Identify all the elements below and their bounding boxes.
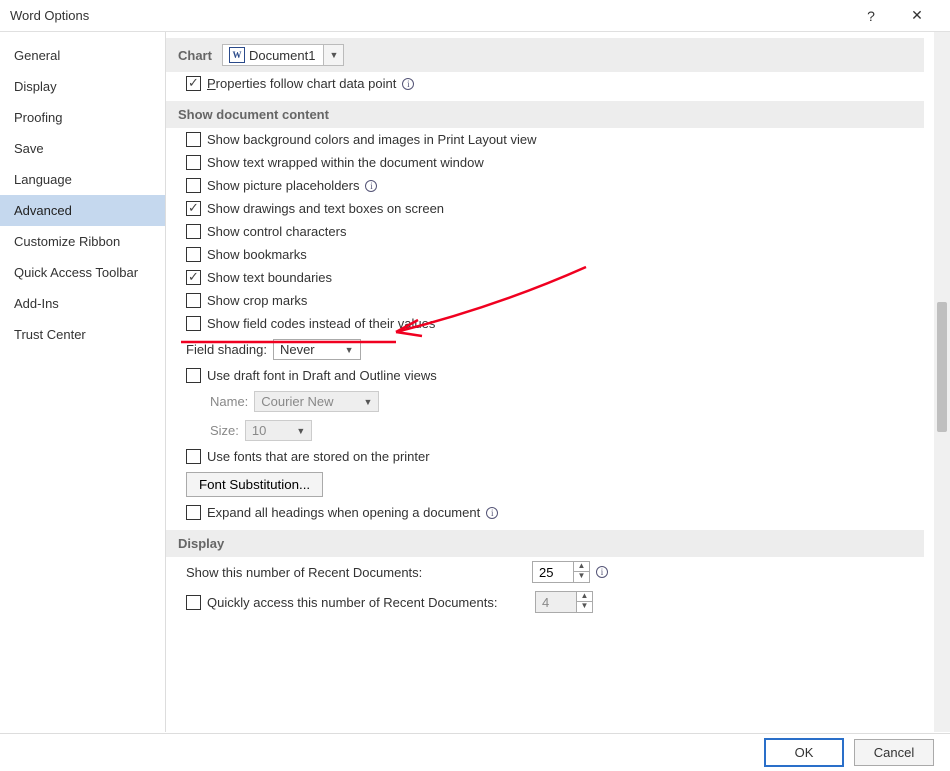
chart-document-dropdown[interactable]: W Document1 ▼ [222, 44, 344, 66]
close-icon[interactable]: ✕ [894, 0, 940, 32]
help-icon[interactable]: ? [848, 0, 894, 32]
section-display: Display [166, 530, 924, 557]
draft-font-name-dropdown: Courier New ▼ [254, 391, 379, 412]
show-wrap-checkbox[interactable] [186, 155, 201, 170]
show-wrap-label: Show text wrapped within the document wi… [207, 155, 484, 170]
vertical-scrollbar[interactable] [934, 32, 950, 732]
quick-access-input [536, 592, 576, 612]
dialog-footer: OK Cancel [0, 733, 950, 771]
show-field-codes-label: Show field codes instead of their values [207, 316, 435, 331]
properties-follow-label: Properties follow chart data point [207, 76, 396, 91]
show-drawings-checkbox[interactable] [186, 201, 201, 216]
draft-font-size-value: 10 [252, 423, 266, 438]
printer-fonts-checkbox[interactable] [186, 449, 201, 464]
quick-access-checkbox[interactable] [186, 595, 201, 610]
sidebar-item-proofing[interactable]: Proofing [0, 102, 165, 133]
sidebar-item-quick-access-toolbar[interactable]: Quick Access Toolbar [0, 257, 165, 288]
field-shading-label: Field shading: [186, 342, 267, 357]
sidebar: GeneralDisplayProofingSaveLanguageAdvanc… [0, 32, 166, 732]
draft-font-size-label: Size: [210, 423, 239, 438]
show-picture-label: Show picture placeholders [207, 178, 359, 193]
draft-font-name-value: Courier New [261, 394, 333, 409]
titlebar: Word Options ? ✕ [0, 0, 950, 32]
expand-headings-label: Expand all headings when opening a docum… [207, 505, 480, 520]
expand-headings-checkbox[interactable] [186, 505, 201, 520]
chevron-down-icon: ▼ [323, 45, 343, 65]
sidebar-item-general[interactable]: General [0, 40, 165, 71]
chevron-down-icon: ▼ [364, 397, 373, 407]
show-text-boundaries-checkbox[interactable] [186, 270, 201, 285]
section-chart: Chart W Document1 ▼ [166, 38, 924, 72]
info-icon[interactable]: i [365, 180, 377, 192]
section-doc-content-label: Show document content [178, 107, 329, 122]
window-title: Word Options [10, 8, 848, 23]
cancel-button[interactable]: Cancel [854, 739, 934, 766]
use-draft-font-label: Use draft font in Draft and Outline view… [207, 368, 437, 383]
quick-access-spinner: ▲▼ [535, 591, 593, 613]
section-chart-label: Chart [178, 48, 212, 63]
printer-fonts-label: Use fonts that are stored on the printer [207, 449, 430, 464]
properties-follow-checkbox[interactable] [186, 76, 201, 91]
spin-down-icon: ▼ [577, 602, 592, 612]
info-icon[interactable]: i [596, 566, 608, 578]
quick-access-label: Quickly access this number of Recent Doc… [207, 595, 529, 610]
font-substitution-button[interactable]: Font Substitution... [186, 472, 323, 497]
sidebar-item-save[interactable]: Save [0, 133, 165, 164]
show-control-label: Show control characters [207, 224, 346, 239]
show-crop-checkbox[interactable] [186, 293, 201, 308]
chevron-down-icon: ▼ [296, 426, 305, 436]
show-background-label: Show background colors and images in Pri… [207, 132, 537, 147]
field-shading-dropdown[interactable]: Never ▼ [273, 339, 361, 360]
show-field-codes-checkbox[interactable] [186, 316, 201, 331]
sidebar-item-customize-ribbon[interactable]: Customize Ribbon [0, 226, 165, 257]
info-icon[interactable]: i [486, 507, 498, 519]
content-pane: Chart W Document1 ▼ Properties follow ch… [166, 32, 934, 732]
recent-docs-spinner[interactable]: ▲▼ [532, 561, 590, 583]
spin-down-icon[interactable]: ▼ [574, 572, 589, 582]
show-control-checkbox[interactable] [186, 224, 201, 239]
use-draft-font-checkbox[interactable] [186, 368, 201, 383]
show-picture-checkbox[interactable] [186, 178, 201, 193]
recent-docs-label: Show this number of Recent Documents: [186, 565, 526, 580]
ok-button[interactable]: OK [764, 738, 844, 767]
word-doc-icon: W [229, 47, 245, 63]
show-bookmarks-label: Show bookmarks [207, 247, 307, 262]
show-background-checkbox[interactable] [186, 132, 201, 147]
section-doc-content: Show document content [166, 101, 924, 128]
scrollbar-thumb[interactable] [937, 302, 947, 432]
draft-font-name-label: Name: [210, 394, 248, 409]
sidebar-item-language[interactable]: Language [0, 164, 165, 195]
sidebar-item-add-ins[interactable]: Add-Ins [0, 288, 165, 319]
show-text-boundaries-label: Show text boundaries [207, 270, 332, 285]
info-icon[interactable]: i [402, 78, 414, 90]
recent-docs-input[interactable] [533, 562, 573, 582]
sidebar-item-trust-center[interactable]: Trust Center [0, 319, 165, 350]
show-crop-label: Show crop marks [207, 293, 307, 308]
chart-document-value: Document1 [249, 48, 315, 63]
section-display-label: Display [178, 536, 224, 551]
sidebar-item-display[interactable]: Display [0, 71, 165, 102]
chevron-down-icon: ▼ [345, 345, 354, 355]
show-drawings-label: Show drawings and text boxes on screen [207, 201, 444, 216]
sidebar-item-advanced[interactable]: Advanced [0, 195, 165, 226]
field-shading-value: Never [280, 342, 315, 357]
draft-font-size-dropdown: 10 ▼ [245, 420, 312, 441]
show-bookmarks-checkbox[interactable] [186, 247, 201, 262]
